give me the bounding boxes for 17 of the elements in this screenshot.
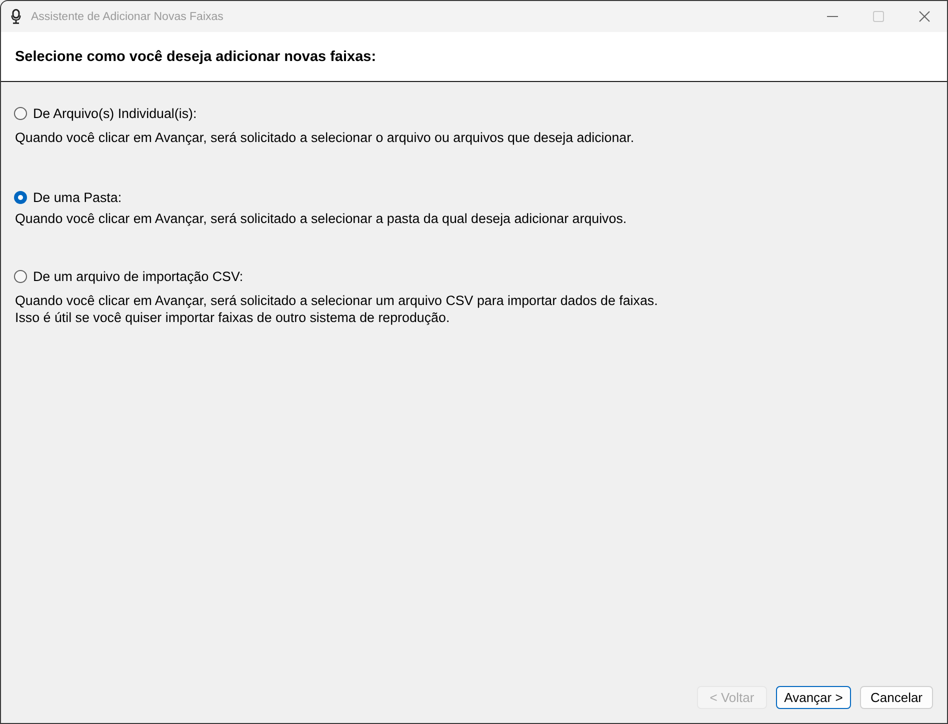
- page-heading: Selecione como você deseja adicionar novas faixas:: [15, 49, 376, 65]
- radio-option[interactable]: De uma Pasta:: [14, 189, 122, 206]
- option-description: Quando você clicar em Avançar, será solicitado a selecionar um arquivo CSV para importar dados de faixas.: [14, 292, 659, 309]
- radio-option[interactable]: De Arquivo(s) Individual(is):: [14, 105, 197, 122]
- microphone-icon: [11, 9, 21, 24]
- dialog-button[interactable]: Avançar >: [776, 686, 851, 709]
- radio-icon[interactable]: [14, 270, 27, 283]
- option-description: Quando você clicar em Avançar, será solicitado a selecionar a pasta da qual deseja adicionar arquivos.: [14, 210, 628, 227]
- dialog-button[interactable]: Cancelar: [860, 686, 933, 709]
- close-icon[interactable]: [918, 11, 930, 22]
- minimize-icon[interactable]: [826, 16, 838, 17]
- radio-option[interactable]: De um arquivo de importação CSV:: [14, 268, 244, 285]
- option-description: Isso é útil se você quiser importar faixas de outro sistema de reprodução.: [14, 309, 451, 326]
- radio-icon[interactable]: [14, 107, 27, 120]
- radio-icon[interactable]: [14, 191, 27, 204]
- window-title: Assistente de Adicionar Novas Faixas: [31, 10, 224, 22]
- option-description: Quando você clicar em Avançar, será solicitado a selecionar o arquivo ou arquivos que deseja adicionar.: [14, 129, 636, 146]
